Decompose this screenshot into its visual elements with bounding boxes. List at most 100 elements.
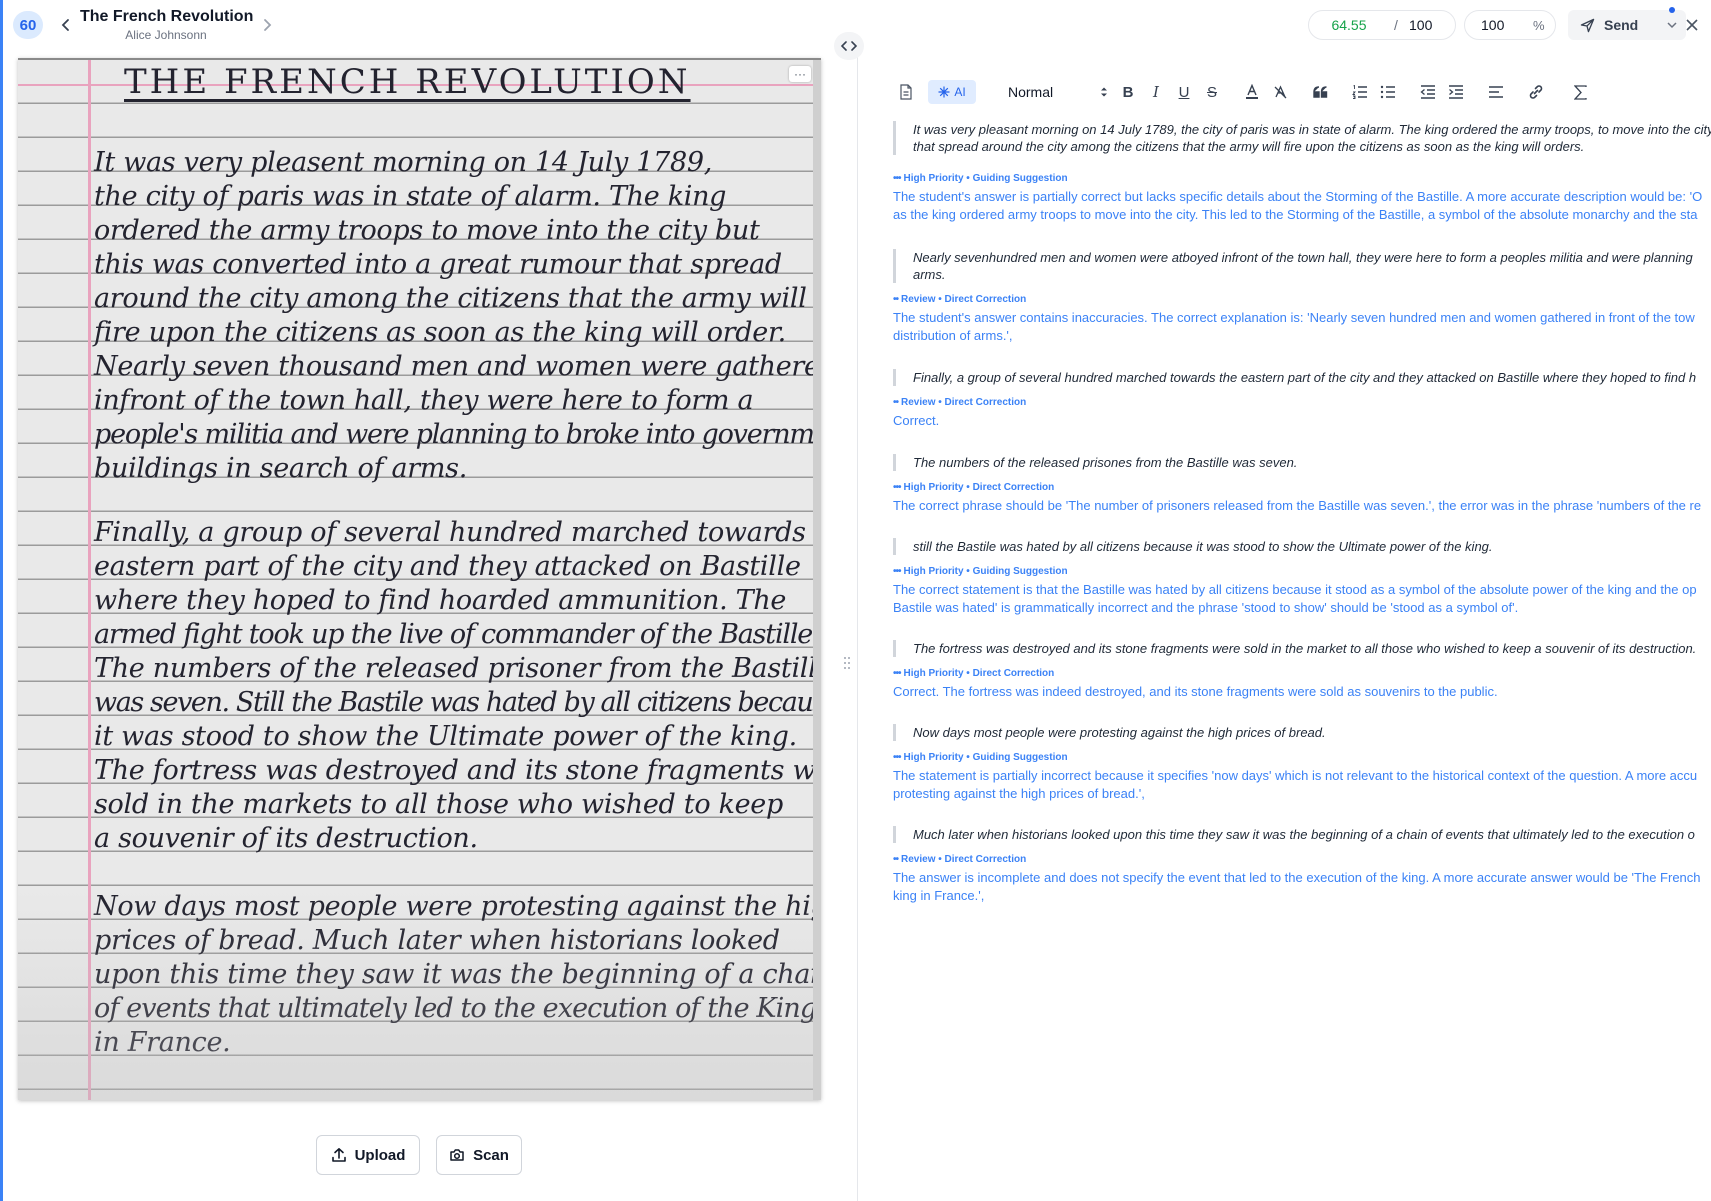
italic-icon: I <box>1153 83 1159 101</box>
handwritten-line: a souvenir of its destruction. <box>94 823 478 854</box>
italic-button[interactable]: I <box>1146 80 1166 104</box>
student-quote: It was very pleasant morning on 14 July … <box>893 121 1711 155</box>
select-arrows-icon <box>1101 87 1107 97</box>
priority-tag: ••• High Priority • Guiding Suggestion <box>893 173 1068 184</box>
upload-label: Upload <box>354 1146 406 1164</box>
handwritten-line: it was stood to show the Ultimate power … <box>94 721 797 752</box>
score-field[interactable]: 64.55 / 100 <box>1308 10 1456 40</box>
student-quote: The numbers of the released prisones fro… <box>893 454 1711 471</box>
feedback-text: Correct. The fortress was indeed destroy… <box>893 684 1498 699</box>
align-left-icon <box>1489 86 1503 98</box>
handwritten-line: infront of the town hall, they were here… <box>94 385 754 416</box>
priority-tag: •• Review • Direct Correction <box>893 397 1027 408</box>
student-name: Alice Johnsonn <box>125 28 207 42</box>
student-quote: Much later when historians looked upon t… <box>893 826 1711 843</box>
text-color-button[interactable] <box>1242 80 1262 104</box>
handwritten-line: Nearly seven thousand men and women were… <box>94 351 821 382</box>
handwritten-line: around the city among the citizens that … <box>94 283 807 314</box>
document-title: The French Revolution <box>80 8 254 25</box>
bold-icon: B <box>1122 83 1134 101</box>
document-button[interactable] <box>896 80 916 104</box>
send-button[interactable]: Send <box>1568 10 1686 40</box>
indent-icon <box>1449 85 1463 99</box>
link-button[interactable] <box>1526 80 1546 104</box>
student-quote: Finally, a group of several hundred marc… <box>893 369 1711 386</box>
outdent-button[interactable] <box>1418 80 1438 104</box>
send-label: Send <box>1604 17 1639 33</box>
paper-edge-shadow <box>813 60 821 1100</box>
handwritten-line: was seven. Still the Bastile was hated b… <box>94 687 821 718</box>
priority-tag: ••• High Priority • Guiding Suggestion <box>893 752 1068 763</box>
priority-tag: •• Review • Direct Correction <box>893 294 1027 305</box>
outdent-icon <box>1420 85 1435 99</box>
scan-label: Scan <box>473 1146 509 1164</box>
blockquote-button[interactable] <box>1310 80 1330 104</box>
handwritten-line: The numbers of the released prisoner fro… <box>94 653 821 684</box>
image-options-button[interactable]: ··· <box>789 66 811 82</box>
chevron-left-icon <box>61 19 69 31</box>
handwritten-line: ordered the army troops to move into the… <box>94 215 760 246</box>
student-quote: The fortress was destroyed and its stone… <box>893 640 1711 657</box>
editor-toolbar: AI Normal B I U S <box>890 80 1711 104</box>
handwritten-line: Now days most people were protesting aga… <box>94 891 821 922</box>
panel-divider <box>857 40 858 1201</box>
handwritten-line: fire upon the citizens as soon as the ki… <box>94 317 786 348</box>
text-style-select[interactable]: Normal <box>1008 80 1108 104</box>
formula-button[interactable] <box>1570 80 1590 104</box>
collapse-panel-button[interactable] <box>834 32 864 60</box>
text-color-icon <box>1246 84 1258 99</box>
notification-dot <box>1669 7 1675 13</box>
handwritten-line: where they hoped to find hoarded ammunit… <box>94 585 787 616</box>
previous-document-button[interactable] <box>55 12 77 38</box>
feedback-text: The correct statement is that the Bastil… <box>893 582 1697 615</box>
highlight-button[interactable] <box>1270 80 1290 104</box>
handwritten-line: people's militia and were planning to br… <box>94 419 821 450</box>
next-document-button[interactable] <box>256 12 278 38</box>
upload-button[interactable]: Upload <box>316 1135 420 1175</box>
close-button[interactable] <box>1681 14 1703 36</box>
bold-button[interactable]: B <box>1118 80 1138 104</box>
highlight-icon <box>1274 84 1286 98</box>
feedback-text: The correct phrase should be 'The number… <box>893 498 1702 513</box>
indent-button[interactable] <box>1446 80 1466 104</box>
student-quote: still the Bastile was hated by all citiz… <box>893 538 1711 555</box>
strikethrough-icon: S <box>1206 83 1217 101</box>
handwritten-line: in France. <box>94 1027 231 1058</box>
feedback-text: Correct. <box>893 413 940 428</box>
score-badge[interactable]: 60 <box>13 11 43 39</box>
handwritten-line: this was converted into a great rumour t… <box>94 249 782 280</box>
handwritten-line: sold in the markets to all those who wis… <box>94 789 783 820</box>
handwritten-line: of events that ultimately led to the exe… <box>94 993 817 1024</box>
priority-tag: ••• High Priority • Guiding Suggestion <box>893 566 1068 577</box>
ordered-list-button[interactable] <box>1350 80 1370 104</box>
underline-button[interactable]: U <box>1174 80 1194 104</box>
handwritten-line: The fortress was destroyed and its stone… <box>94 755 821 786</box>
bullet-list-icon <box>1380 85 1395 99</box>
link-icon <box>1529 85 1543 99</box>
ai-label: AI <box>954 85 966 99</box>
strikethrough-button[interactable]: S <box>1202 80 1222 104</box>
percent-value[interactable]: 100 <box>1465 17 1533 33</box>
feedback-editor[interactable]: It was very pleasant morning on 14 July … <box>893 121 1711 1201</box>
camera-icon <box>449 1147 465 1163</box>
document-icon <box>900 84 912 100</box>
feedback-text: The student's answer contains inaccuraci… <box>893 310 1695 343</box>
ai-assist-button[interactable]: AI <box>928 80 976 104</box>
answer-sheet-image[interactable]: THE FRENCH REVOLUTION It was very please… <box>18 58 821 1100</box>
resize-handle[interactable] <box>843 656 853 672</box>
percent-field[interactable]: 100 % <box>1464 10 1556 40</box>
handwritten-line: prices of bread. Much later when histori… <box>94 925 780 956</box>
feedback-text: The answer is incomplete and does not sp… <box>893 870 1701 903</box>
sigma-icon <box>1573 84 1587 100</box>
handwritten-line: buildings in search of arms. <box>94 453 467 484</box>
handwritten-line: armed fight took up the live of commande… <box>94 619 821 650</box>
close-icon <box>1686 19 1698 31</box>
text-style-value: Normal <box>1008 84 1054 100</box>
bullet-list-button[interactable] <box>1378 80 1398 104</box>
underline-icon: U <box>1178 83 1190 101</box>
chevron-down-icon[interactable] <box>1664 17 1680 33</box>
student-quote: Now days most people were protesting aga… <box>893 724 1711 741</box>
align-button[interactable] <box>1486 80 1506 104</box>
score-value[interactable]: 64.55 <box>1309 17 1389 33</box>
scan-button[interactable]: Scan <box>436 1135 522 1175</box>
